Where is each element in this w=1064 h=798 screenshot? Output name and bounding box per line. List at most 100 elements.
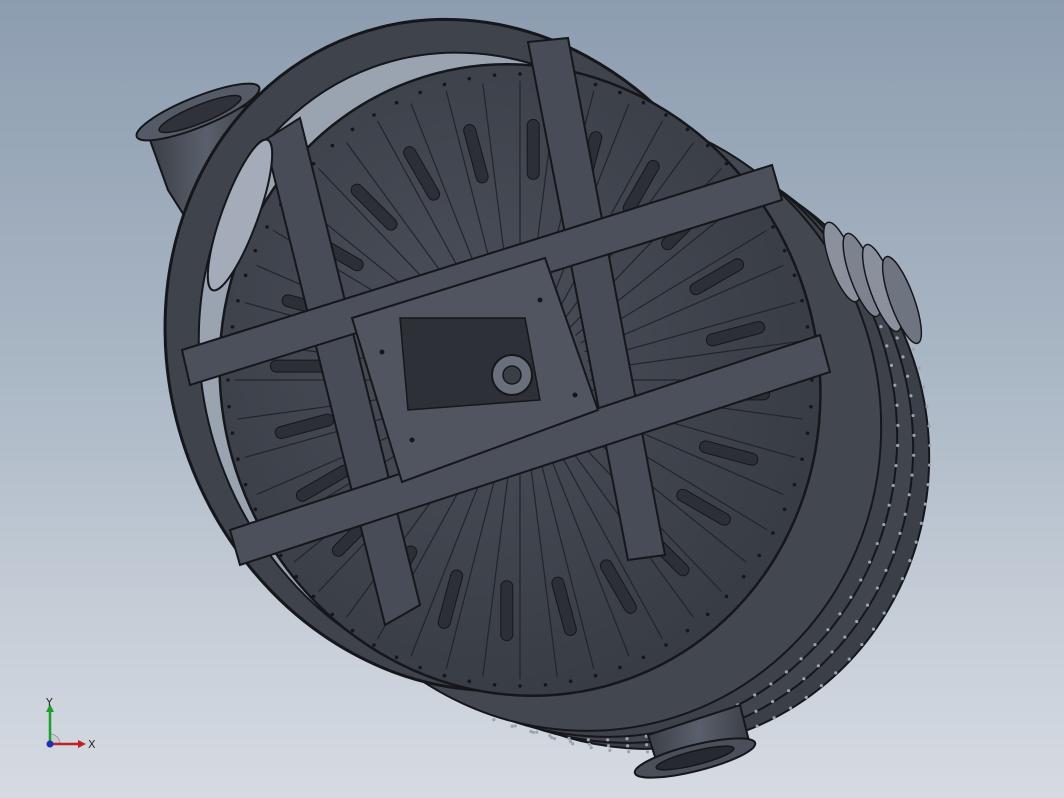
rim-hole xyxy=(741,574,746,579)
flange-hole xyxy=(912,433,916,438)
rim-hole xyxy=(641,100,646,105)
flange-hole xyxy=(513,724,517,728)
rim-hole xyxy=(705,143,710,148)
flange-hole xyxy=(928,463,932,467)
rim-hole xyxy=(805,431,810,435)
flange-hole xyxy=(892,594,896,598)
x-axis-label: X xyxy=(88,738,96,751)
rim-hole xyxy=(685,628,690,633)
flange-hole xyxy=(771,699,775,704)
rim-hole xyxy=(800,457,804,461)
rim-hole xyxy=(809,404,813,409)
flange-hole xyxy=(816,664,821,668)
rim-hole xyxy=(771,225,775,229)
flange-hole xyxy=(911,347,915,351)
flange-hole xyxy=(838,612,842,616)
rim-hole xyxy=(641,655,646,660)
rim-hole xyxy=(294,574,299,579)
rim-hole xyxy=(492,683,497,687)
z-axis-dot xyxy=(46,740,54,748)
flange-hole xyxy=(813,643,817,647)
rim-hole xyxy=(724,594,729,599)
flange-hole xyxy=(875,541,879,546)
flange-hole xyxy=(568,740,573,744)
flange-hole xyxy=(529,729,533,734)
flange-hole xyxy=(587,742,592,746)
rim-hole xyxy=(518,72,522,76)
flange-hole xyxy=(868,560,872,564)
rim-hole xyxy=(705,612,710,617)
coordinate-triad: Y X xyxy=(45,696,96,751)
rim-hole xyxy=(664,113,668,117)
flange-hole xyxy=(819,684,824,688)
flange-hole xyxy=(645,750,650,754)
flange-hole xyxy=(923,502,927,506)
flange-hole xyxy=(855,619,859,624)
flange-hole xyxy=(885,344,889,348)
flange-hole xyxy=(535,730,539,734)
rim-hole xyxy=(792,273,797,278)
y-axis-label: Y xyxy=(45,696,53,709)
flange-hole xyxy=(784,670,789,674)
flange-hole xyxy=(802,677,806,681)
rim-hole xyxy=(618,90,622,95)
rim-hole xyxy=(757,553,761,558)
flange-hole xyxy=(510,724,514,728)
flange-hole xyxy=(826,628,830,632)
flange-hole xyxy=(606,744,611,748)
rim-hole xyxy=(243,482,248,487)
flange-hole xyxy=(912,453,916,457)
flange-hole xyxy=(896,443,900,448)
flange-hole xyxy=(849,595,853,599)
flange-hole xyxy=(625,737,629,741)
rim-hole xyxy=(394,655,399,660)
flange-hole xyxy=(772,716,776,720)
rim-hole xyxy=(492,73,497,77)
flange-hole xyxy=(860,642,864,647)
rim-hole xyxy=(805,325,810,329)
flange-hole xyxy=(894,463,898,468)
flange-hole xyxy=(754,709,758,713)
flange-hole xyxy=(907,493,911,497)
flange-hole xyxy=(900,577,904,581)
flange-hole xyxy=(834,671,838,675)
rim-hole xyxy=(593,82,598,87)
rim-hole xyxy=(311,594,316,599)
flange-hole xyxy=(645,743,649,747)
flange-hole xyxy=(859,578,863,582)
rim-hole xyxy=(330,143,335,148)
flange-hole xyxy=(830,650,834,654)
flange-hole xyxy=(914,540,918,544)
tube-sheet-assembly-model[interactable] xyxy=(0,0,1064,798)
flange-hole xyxy=(896,423,900,427)
rim-hole xyxy=(394,100,399,105)
flange-hole xyxy=(804,695,808,699)
flange-hole xyxy=(903,512,907,516)
flange-hole xyxy=(847,657,851,661)
flange-hole xyxy=(875,586,879,590)
flange-hole xyxy=(865,603,870,607)
flange-hole xyxy=(627,750,631,754)
flange-hole xyxy=(589,746,593,750)
flange-hole xyxy=(898,531,902,535)
flange-hole xyxy=(787,689,791,693)
rim-hole xyxy=(279,553,283,558)
rim-hole xyxy=(243,273,248,278)
flange-hole xyxy=(901,355,905,359)
rim-hole xyxy=(442,82,447,87)
rim-hole xyxy=(253,507,258,512)
cad-graphics-viewport[interactable]: Y X xyxy=(0,0,1064,798)
rim-hole xyxy=(685,127,690,132)
rim-hole xyxy=(236,457,240,461)
flange-hole xyxy=(895,403,899,407)
flange-hole xyxy=(492,718,496,722)
flange-hole xyxy=(755,724,759,728)
rim-hole xyxy=(350,127,355,132)
flange-hole xyxy=(887,503,891,507)
flange-hole xyxy=(905,374,910,378)
flange-hole xyxy=(926,483,930,487)
flange-hole xyxy=(917,366,921,370)
rim-hole xyxy=(568,679,573,684)
rim-hole xyxy=(593,673,598,678)
rim-hole xyxy=(372,643,376,647)
